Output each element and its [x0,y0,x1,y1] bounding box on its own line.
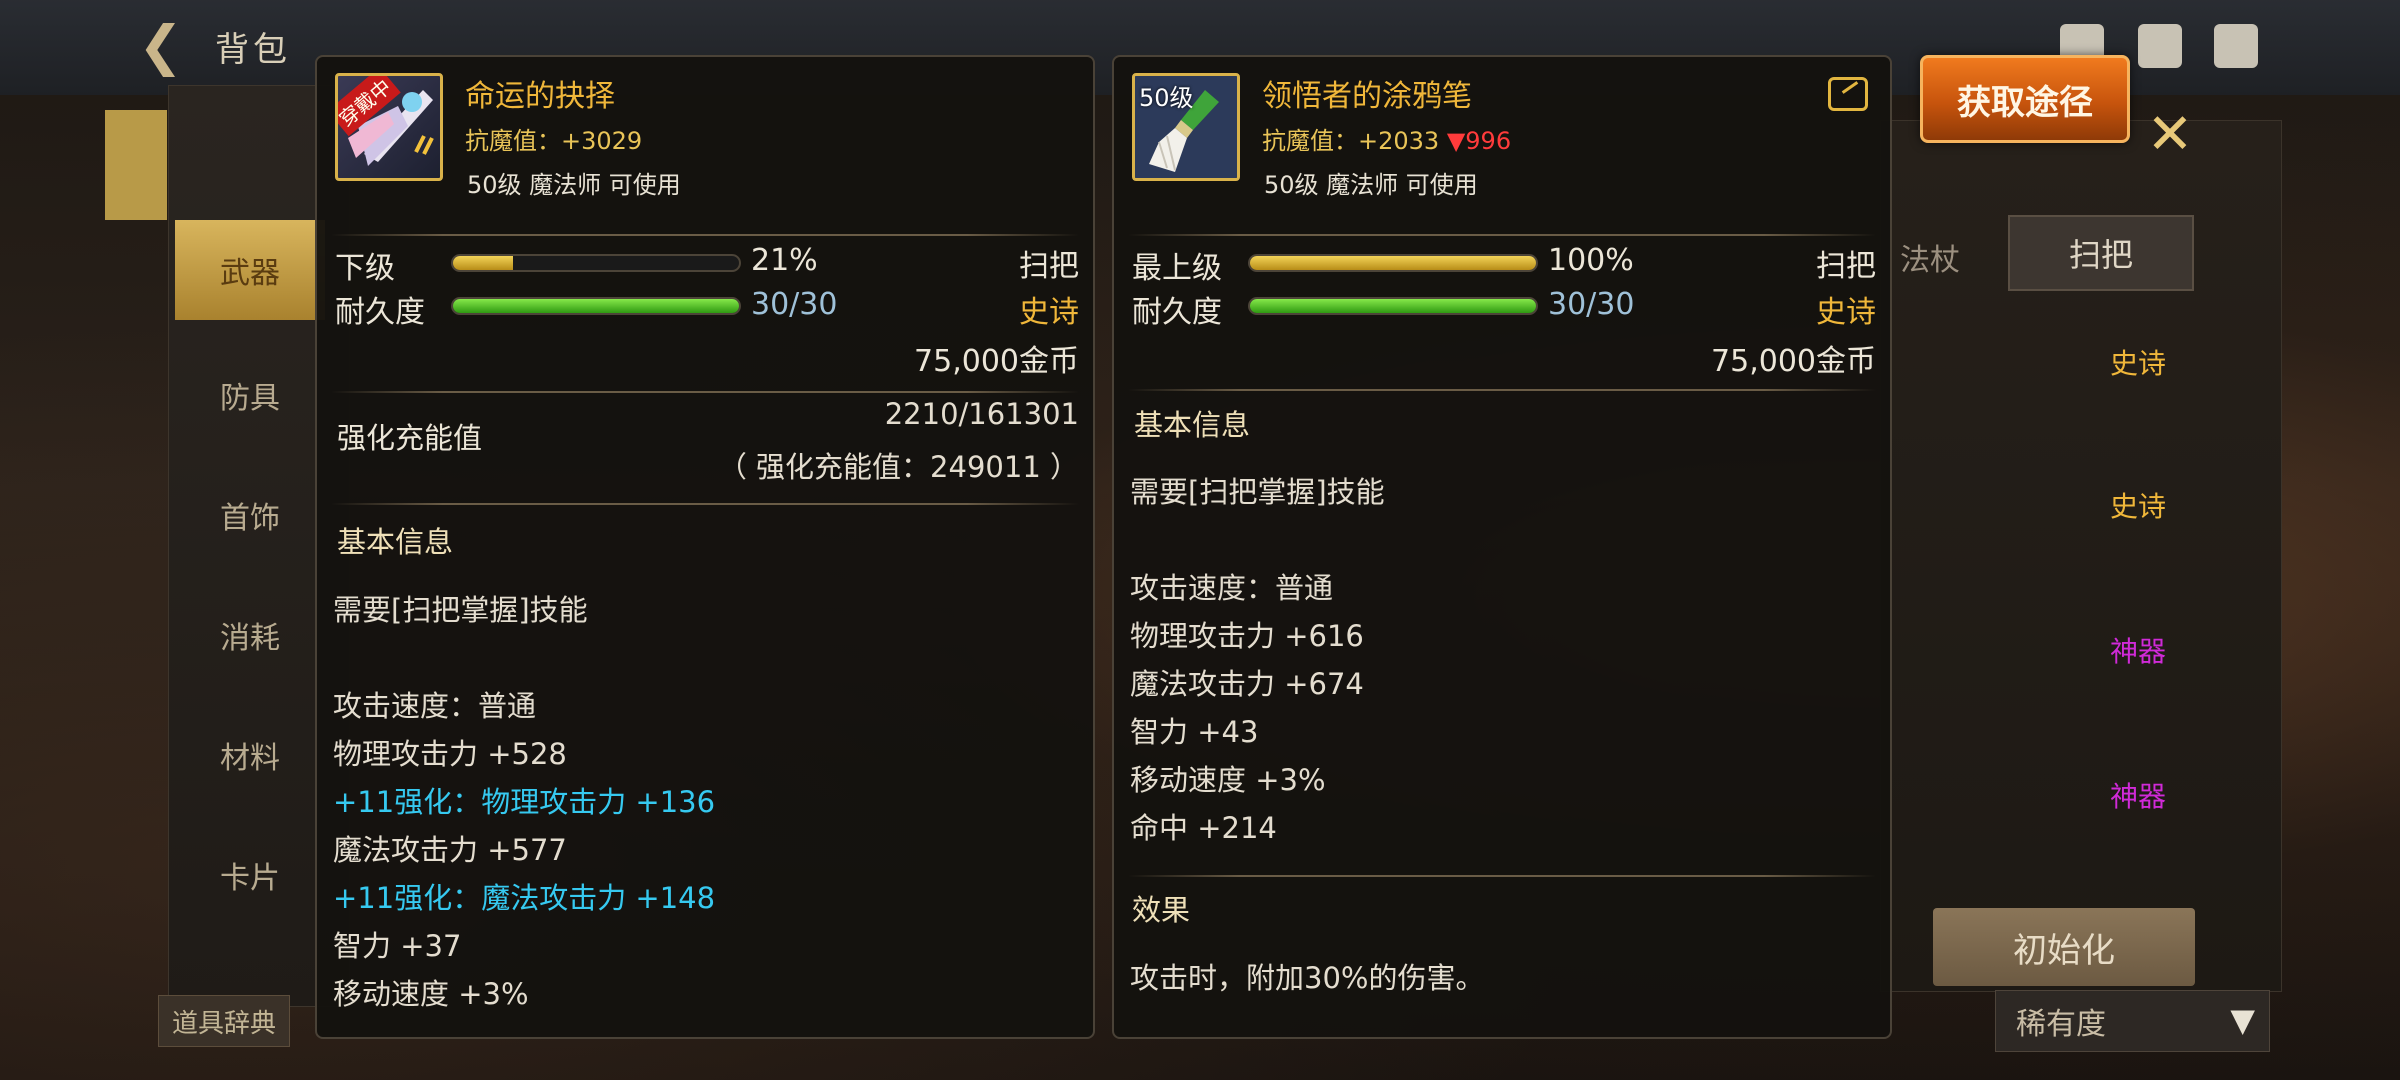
divider [331,503,1079,505]
stat-line: 攻击速度：普通 [1130,571,1334,605]
stat-line: 魔法攻击力 +674 [1130,667,1364,701]
magic-res-diff: ▼996 [1446,127,1512,155]
stat-line: 智力 +43 [1130,715,1259,749]
chat-icon[interactable] [2214,24,2258,68]
level-tag: 50级 [1139,84,1194,112]
item-rarity: 史诗 [1019,295,1079,330]
init-button[interactable]: 初始化 [1933,908,2195,986]
effect-title: 效果 [1132,893,1191,927]
magic-resistance: 抗魔值：+2033 ▼996 [1262,121,1511,156]
grade-bar-fill [1250,256,1536,270]
rarity-label: 神器 [2110,780,2167,813]
stat-line: 移动速度 +3% [1130,763,1326,797]
magic-resistance: 抗魔值：+3029 [465,121,642,156]
enhance-total: （ 强化充能值：249011 ） [717,450,1079,484]
obtain-source-button[interactable]: 获取途径 [1920,55,2130,143]
grade-bar-fill [453,256,514,270]
skill-requirement: 需要[扫把掌握]技能 [1130,475,1385,509]
mail-icon[interactable] [2138,24,2182,68]
stat-line: 物理攻击力 +528 [333,737,567,771]
sort-select[interactable]: 稀有度 ▼ [1995,990,2270,1052]
enhance-value: 2210/161301 [884,397,1079,431]
item-type: 扫把 [1019,249,1079,284]
skill-requirement: 需要[扫把掌握]技能 [333,593,588,627]
stat-line: 智力 +37 [333,929,462,963]
category-material[interactable]: 材料 [175,705,325,805]
divider [1128,389,1876,391]
stat-line: 攻击速度：普通 [333,689,537,723]
chevron-down-icon: ▼ [2230,1001,2255,1039]
category-accessory[interactable]: 首饰 [175,465,325,565]
item-name: 命运的抉择 [465,79,615,114]
divider [331,234,1079,236]
item-name: 领悟者的涂鸦笔 [1262,79,1472,114]
rarity-label: 神器 [2110,635,2167,668]
equipped-item-tooltip: 穿戴中 命运的抉择 抗魔值：+3029 50级 魔法师 可使用 下级 21% 扫… [315,55,1095,1039]
category-armor[interactable]: 防具 [175,345,325,445]
stat-line: +11强化：物理攻击力 +136 [333,785,716,819]
stat-line: 命中 +214 [1130,811,1277,845]
stat-line: 物理攻击力 +616 [1130,619,1364,653]
magic-res-value: +2033 [1358,127,1440,155]
compared-item-tooltip: 50级 领悟者的涂鸦笔 抗魔值：+2033 ▼996 50级 魔法师 可使用 最… [1112,55,1892,1039]
durability-value: 30/30 [1548,287,1635,322]
grade-percent: 21% [751,243,818,278]
durability-bar-fill [453,299,739,313]
effect-text: 攻击时，附加30%的伤害。 [1130,961,1485,995]
rarity-label: 史诗 [2110,490,2167,523]
durability-bar-fill [1250,299,1536,313]
requirement: 50级 魔法师 可使用 [1264,171,1478,199]
divider [1128,875,1876,877]
sort-select-value: 稀有度 [2016,1007,2106,1042]
enhance-label: 强化充能值 [337,421,483,455]
item-rarity: 史诗 [1816,295,1876,330]
stat-line: 魔法攻击力 +577 [333,833,567,867]
durability-bar [451,297,741,315]
close-icon[interactable]: ✕ [2140,105,2200,165]
divider [331,391,1079,393]
broom-tab[interactable]: 扫把 [2008,215,2194,291]
category-weapon[interactable]: 武器 [175,220,325,320]
category-card[interactable]: 卡片 [175,825,325,925]
back-arrow-icon[interactable]: ❮ [138,18,198,74]
durability-label: 耐久度 [1132,295,1222,330]
basic-info-title: 基本信息 [337,525,454,559]
page-title: 背包 [215,30,291,70]
grade-bar [451,254,741,272]
share-icon[interactable] [1828,77,1868,111]
grade-label: 下级 [335,251,395,286]
staff-tab[interactable]: 法杖 [1900,235,1960,279]
stat-line: 移动速度 +3% [333,977,529,1011]
magic-res-label: 抗魔值： [1262,127,1358,155]
divider [1128,234,1876,236]
item-price: 75,000金币 [914,344,1079,379]
item-type: 扫把 [1816,249,1876,284]
side-tab[interactable] [105,110,167,220]
durability-bar [1248,297,1538,315]
item-icon: 穿戴中 [335,73,443,181]
grade-bar [1248,254,1538,272]
rarity-label: 史诗 [2110,347,2167,380]
magic-res-label: 抗魔值： [465,127,561,155]
item-icon: 50级 [1132,73,1240,181]
item-price: 75,000金币 [1711,344,1876,379]
grade-label: 最上级 [1132,251,1222,286]
requirement: 50级 魔法师 可使用 [467,171,681,199]
basic-info-title: 基本信息 [1134,408,1251,442]
category-consumable[interactable]: 消耗 [175,585,325,685]
durability-value: 30/30 [751,287,838,322]
durability-label: 耐久度 [335,295,425,330]
magic-res-value: +3029 [561,127,643,155]
stat-line: +11强化：魔法攻击力 +148 [333,881,716,915]
item-dictionary-button[interactable]: 道具辞典 [158,995,290,1047]
grade-percent: 100% [1548,243,1634,278]
